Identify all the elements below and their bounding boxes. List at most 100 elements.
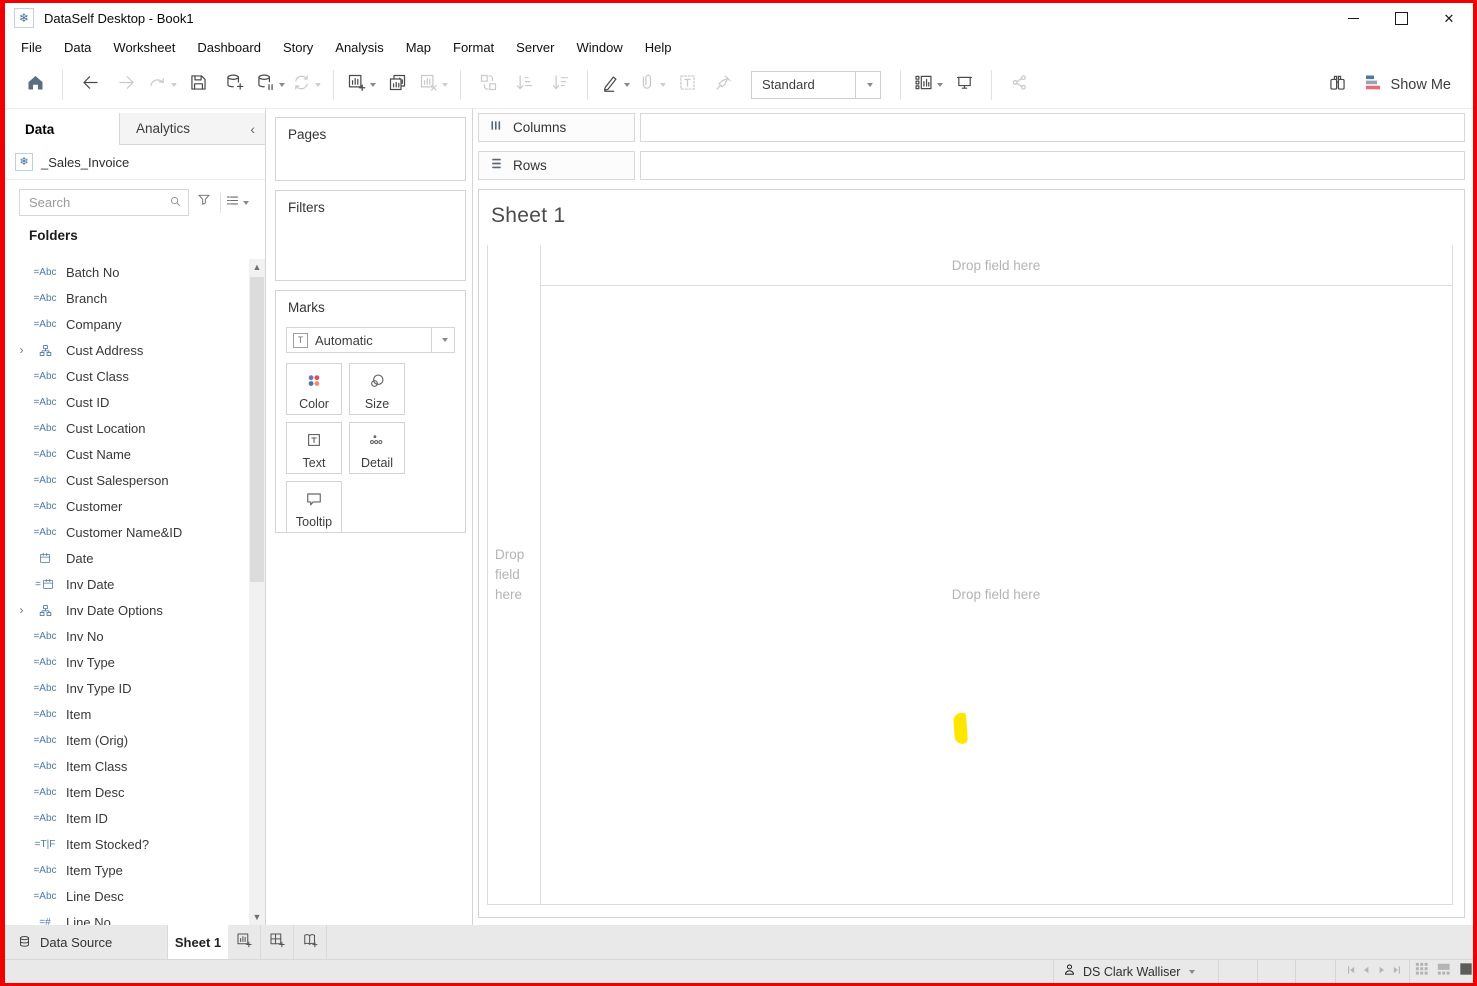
tab-data-source[interactable]: Data Source <box>5 925 168 960</box>
first-page-icon[interactable] <box>1345 963 1357 981</box>
swap-rows-columns-button[interactable] <box>470 68 506 102</box>
field-inv-date[interactable]: =Inv Date <box>5 571 249 597</box>
view-mode-dropdown-button[interactable] <box>855 72 880 98</box>
expand-chevron-icon[interactable]: › <box>15 343 28 357</box>
rows-drop-area[interactable] <box>640 151 1465 180</box>
field-item-desc[interactable]: =AbcItem Desc <box>5 779 249 805</box>
share-button[interactable] <box>1001 68 1037 102</box>
find-button[interactable] <box>1320 68 1356 102</box>
menu-help[interactable]: Help <box>634 40 683 55</box>
field-cust-salesperson[interactable]: =AbcCust Salesperson <box>5 467 249 493</box>
tab-data[interactable]: Data <box>5 113 120 145</box>
field-batch-no[interactable]: =AbcBatch No <box>5 259 249 285</box>
fields-scrollbar[interactable]: ▲ ▼ <box>249 259 265 925</box>
field-cust-location[interactable]: =AbcCust Location <box>5 415 249 441</box>
view-options-button[interactable] <box>226 191 248 215</box>
center-drop-zone[interactable]: Drop field here <box>540 285 1452 904</box>
field-inv-date-options[interactable]: ›Inv Date Options <box>5 597 249 623</box>
pages-card[interactable]: Pages <box>275 117 466 181</box>
tab-analytics[interactable]: Analytics ‹ <box>120 113 265 145</box>
field-cust-class[interactable]: =AbcCust Class <box>5 363 249 389</box>
refresh-button[interactable] <box>288 68 324 102</box>
field-cust-name[interactable]: =AbcCust Name <box>5 441 249 467</box>
presentation-mode-button[interactable] <box>946 68 982 102</box>
view-mode-select[interactable]: Standard <box>751 71 881 99</box>
menu-dashboard[interactable]: Dashboard <box>186 40 272 55</box>
menu-server[interactable]: Server <box>505 40 565 55</box>
field-inv-type-id[interactable]: =AbcInv Type ID <box>5 675 249 701</box>
single-view-icon[interactable] <box>1459 962 1473 981</box>
search-box[interactable] <box>19 189 189 216</box>
field-line-desc[interactable]: =AbcLine Desc <box>5 883 249 909</box>
field-company[interactable]: =AbcCompany <box>5 311 249 337</box>
scrollbar-thumb[interactable] <box>250 277 264 582</box>
new-worksheet-tab-button[interactable] <box>228 925 261 960</box>
new-worksheet-button[interactable] <box>343 68 379 102</box>
back-button[interactable] <box>72 68 108 102</box>
home-button[interactable] <box>17 68 53 102</box>
field-line-no[interactable]: =#Line No <box>5 909 249 925</box>
field-cust-id[interactable]: =AbcCust ID <box>5 389 249 415</box>
detail-mark-button[interactable]: Detail <box>349 422 405 474</box>
show-hide-cards-button[interactable] <box>910 68 946 102</box>
field-inv-type[interactable]: =AbcInv Type <box>5 649 249 675</box>
columns-drop-area[interactable] <box>640 113 1465 142</box>
scroll-up-icon[interactable]: ▲ <box>249 259 265 275</box>
menu-analysis[interactable]: Analysis <box>324 40 394 55</box>
filter-fields-button[interactable] <box>193 191 215 215</box>
field-inv-no[interactable]: =AbcInv No <box>5 623 249 649</box>
maximize-button[interactable] <box>1377 3 1425 33</box>
new-story-button[interactable] <box>294 925 327 960</box>
field-customer-name-id[interactable]: =AbcCustomer Name&ID <box>5 519 249 545</box>
menu-story[interactable]: Story <box>272 40 324 55</box>
field-item-id[interactable]: =AbcItem ID <box>5 805 249 831</box>
field-item[interactable]: =AbcItem <box>5 701 249 727</box>
tooltip-mark-button[interactable]: Tooltip <box>286 481 342 533</box>
menu-map[interactable]: Map <box>395 40 442 55</box>
scroll-down-icon[interactable]: ▼ <box>249 909 265 925</box>
field-customer[interactable]: =AbcCustomer <box>5 493 249 519</box>
previous-page-icon[interactable] <box>1360 963 1372 981</box>
mark-type-dropdown-button[interactable] <box>431 328 454 352</box>
show-mark-labels-button[interactable] <box>669 68 705 102</box>
field-date[interactable]: Date <box>5 545 249 571</box>
menu-format[interactable]: Format <box>442 40 505 55</box>
duplicate-button[interactable] <box>379 68 415 102</box>
clear-sheet-button[interactable] <box>415 68 451 102</box>
group-members-button[interactable] <box>633 68 669 102</box>
pause-updates-button[interactable] <box>252 68 288 102</box>
search-input[interactable] <box>27 194 169 211</box>
field-item-stocked[interactable]: =T|FItem Stocked? <box>5 831 249 857</box>
minimize-button[interactable] <box>1329 3 1377 33</box>
mark-type-select[interactable]: T Automatic <box>286 327 455 353</box>
tab-sheet-1[interactable]: Sheet 1 <box>168 925 228 960</box>
menu-window[interactable]: Window <box>565 40 633 55</box>
add-data-button[interactable] <box>216 68 252 102</box>
menu-worksheet[interactable]: Worksheet <box>102 40 186 55</box>
last-page-icon[interactable] <box>1391 963 1403 981</box>
sort-descending-button[interactable] <box>542 68 578 102</box>
sort-ascending-button[interactable] <box>506 68 542 102</box>
filmstrip-view-icon[interactable] <box>1437 962 1451 981</box>
row-drop-zone[interactable]: Drop field here <box>488 245 541 904</box>
redo-button[interactable] <box>144 68 180 102</box>
new-dashboard-button[interactable] <box>261 925 294 960</box>
save-button[interactable] <box>180 68 216 102</box>
next-page-icon[interactable] <box>1376 963 1388 981</box>
column-drop-zone[interactable]: Drop field here <box>540 245 1452 286</box>
filters-card[interactable]: Filters <box>275 190 466 281</box>
fix-axes-button[interactable] <box>705 68 741 102</box>
field-item-orig[interactable]: =AbcItem (Orig) <box>5 727 249 753</box>
field-item-type[interactable]: =AbcItem Type <box>5 857 249 883</box>
collapse-pane-icon[interactable]: ‹ <box>250 121 255 137</box>
field-cust-address[interactable]: ›Cust Address <box>5 337 249 363</box>
highlight-button[interactable] <box>597 68 633 102</box>
expand-chevron-icon[interactable]: › <box>15 603 28 617</box>
menu-file[interactable]: File <box>10 40 53 55</box>
user-menu[interactable]: DS Clark Walliser <box>1053 960 1219 983</box>
field-item-class[interactable]: =AbcItem Class <box>5 753 249 779</box>
close-button[interactable]: ✕ <box>1425 3 1473 33</box>
color-mark-button[interactable]: Color <box>286 363 342 415</box>
menu-data[interactable]: Data <box>53 40 102 55</box>
forward-button[interactable] <box>108 68 144 102</box>
